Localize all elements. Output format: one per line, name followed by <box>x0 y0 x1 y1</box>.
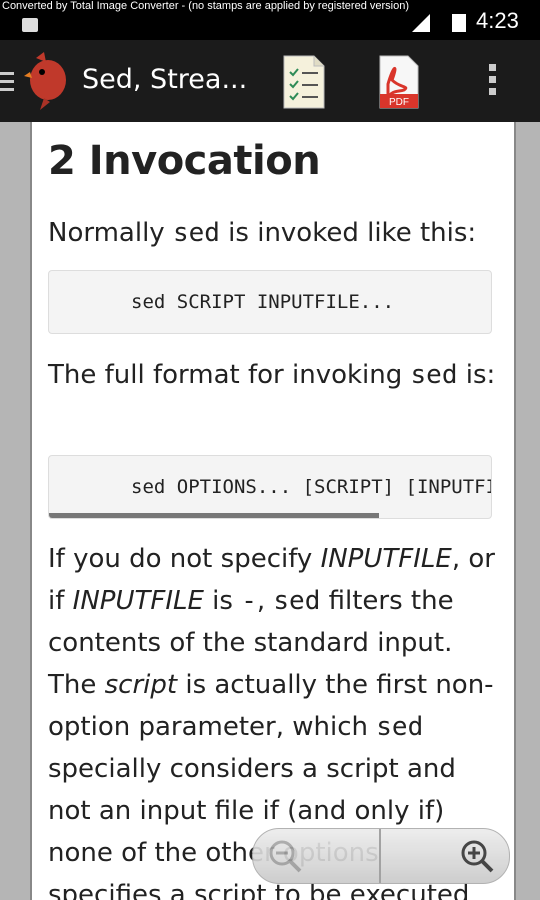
pdf-document-icon[interactable]: PDF <box>376 54 422 110</box>
document-page[interactable]: 2 Invocation Normally sed is invoked lik… <box>30 122 516 900</box>
battery-icon <box>452 14 466 32</box>
cardinal-bird-icon[interactable] <box>22 50 72 112</box>
clock: 4:23 <box>476 8 519 33</box>
zoom-out-icon[interactable] <box>267 838 303 874</box>
format-paragraph: The full format for invoking sed is: <box>48 360 496 390</box>
code-block-1[interactable]: sed SCRIPT INPUTFILE... <box>48 270 492 334</box>
intro-paragraph: Normally sed is invoked like this: <box>48 218 477 248</box>
horizontal-scrollbar[interactable] <box>49 513 379 518</box>
zoom-in-icon[interactable] <box>459 838 495 874</box>
emphasis-text: INPUTFILE <box>320 544 452 574</box>
status-bar: Converted by Total Image Converter - (no… <box>0 0 540 40</box>
inline-code: sed <box>273 586 321 616</box>
zoom-divider <box>379 829 381 883</box>
inline-code: sed <box>376 712 424 742</box>
inline-code: sed <box>410 360 458 390</box>
checklist-document-icon[interactable] <box>282 54 326 110</box>
notification-icon <box>22 18 38 32</box>
zoom-control <box>252 828 510 884</box>
overflow-menu-icon[interactable] <box>484 64 500 102</box>
pdf-label: PDF <box>389 97 409 108</box>
app-title: Sed, Strea... <box>82 64 248 95</box>
code-line: sed SCRIPT INPUTFILE... <box>131 291 395 313</box>
converter-watermark: Converted by Total Image Converter - (no… <box>2 0 409 12</box>
emphasis-text: script <box>104 670 178 700</box>
paragraph-text: is <box>203 586 242 616</box>
menu-icon[interactable] <box>0 72 14 96</box>
inline-code: sed <box>172 218 220 248</box>
app-bar: Sed, Strea... PDF <box>0 40 540 122</box>
paragraph-text: , <box>256 586 274 616</box>
inline-code: - <box>241 586 257 616</box>
emphasis-text: INPUTFILE <box>72 586 204 616</box>
code-line: sed OPTIONS... [SCRIPT] [INPUTFILE...] <box>131 476 491 498</box>
signal-icon <box>412 14 430 32</box>
paragraph-text: If you do not specify <box>48 544 321 574</box>
code-block-2[interactable]: sed OPTIONS... [SCRIPT] [INPUTFILE...] <box>48 455 492 519</box>
section-heading: 2 Invocation <box>48 138 321 184</box>
